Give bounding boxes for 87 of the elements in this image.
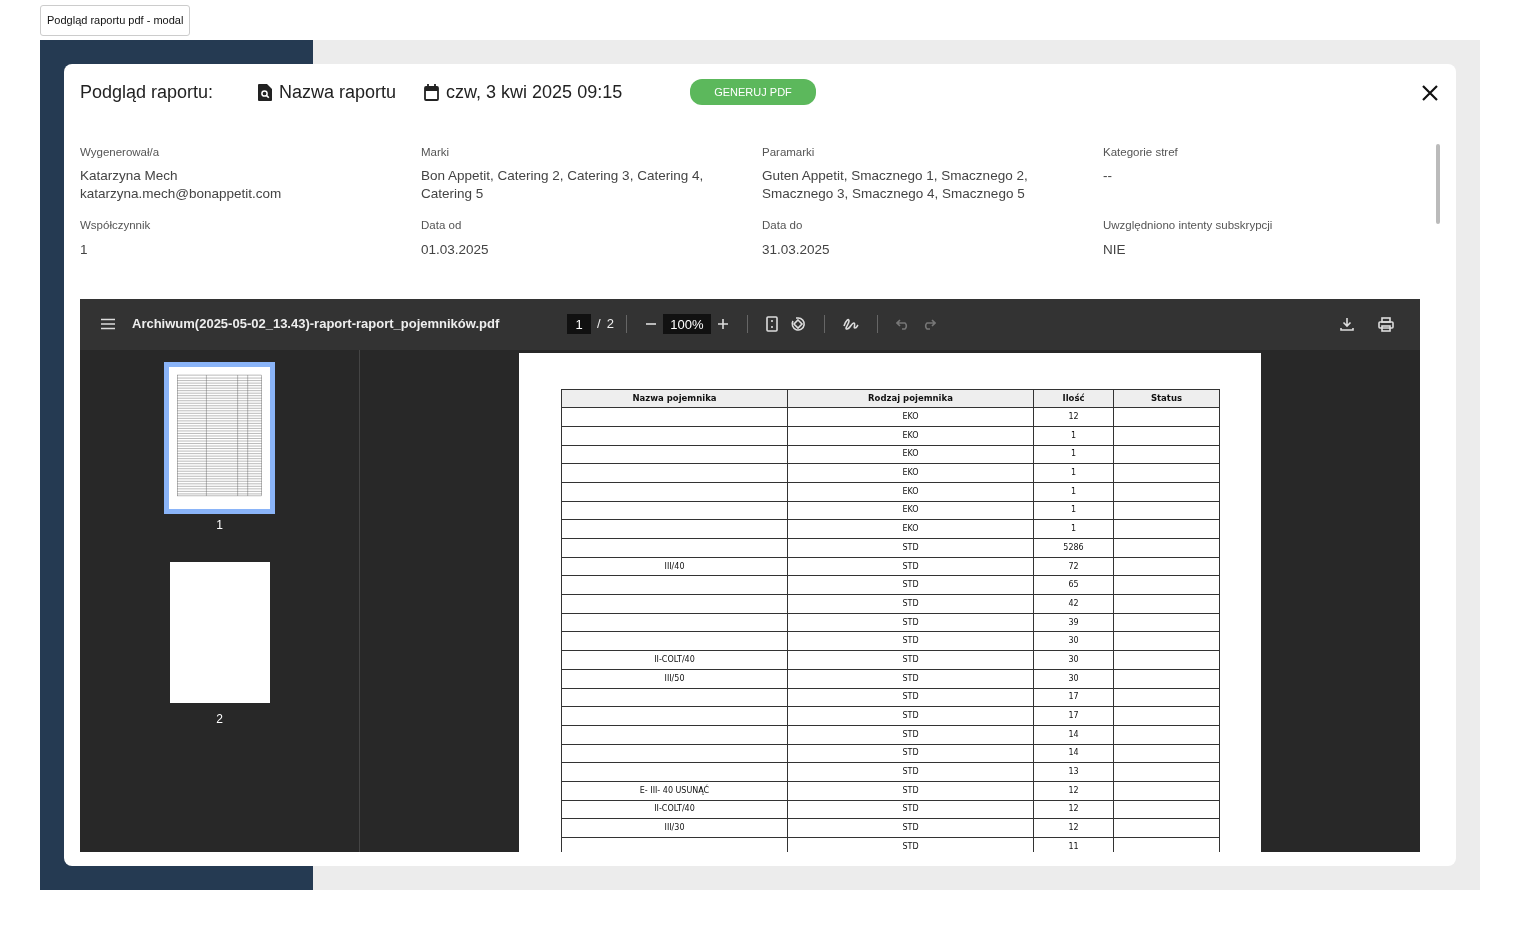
table-cell: 14 — [1033, 744, 1114, 763]
table-cell: III/50 — [561, 669, 788, 688]
field-label: Data do — [762, 218, 804, 234]
table-cell: 12 — [1033, 781, 1114, 801]
zoom-field[interactable]: 100% — [662, 314, 711, 334]
column-header: Ilość — [1033, 389, 1114, 408]
table-cell: EKO — [787, 445, 1034, 464]
table-cell: STD — [787, 669, 1034, 688]
table-cell: STD — [787, 706, 1034, 726]
field-label: Współczynnik — [80, 218, 152, 234]
page-number-field[interactable]: 1 — [567, 314, 591, 334]
page-number: 2 — [216, 710, 223, 728]
menu-icon[interactable] — [100, 318, 116, 330]
table-cell: 30 — [1033, 650, 1114, 670]
table-cell: EKO — [787, 482, 1034, 502]
table-cell: 1 — [1033, 463, 1114, 483]
table-cell: 1 — [1033, 445, 1114, 464]
table-cell: STD — [787, 688, 1034, 707]
table-cell: 39 — [1033, 613, 1114, 632]
field-value: Guten Appetit, Smacznego 1, Smacznego 2, Smacznego 3, Smacznego 4, Smacznego 5 — [762, 167, 1029, 204]
table-cell: STD — [787, 725, 1034, 745]
table-cell: II-COLT/40 — [561, 650, 788, 670]
field-label: Kategorie stref — [1103, 145, 1179, 160]
field-value: Bon Appetit, Catering 2, Catering 3, Catering 4, Catering 5 — [421, 167, 705, 204]
table-cell: 14 — [1033, 725, 1114, 745]
table-cell: 1 — [1033, 482, 1114, 502]
modal-demo-button[interactable]: Podgląd raportu pdf - modal — [40, 5, 191, 36]
column-header: Nazwa pojemnika — [561, 389, 788, 408]
table-cell: STD — [787, 557, 1034, 576]
report-date: czw, 3 kwi 2025 09:15 — [446, 80, 623, 104]
field-label: Uwzględniono intenty subskrypcji — [1103, 218, 1274, 234]
table-cell: 12 — [1033, 800, 1114, 819]
table-cell: EKO — [787, 501, 1034, 520]
table-cell: STD — [787, 744, 1034, 763]
table-cell: 12 — [1033, 407, 1114, 427]
field-value: 31.03.2025 — [762, 240, 831, 259]
table-cell: 42 — [1033, 594, 1114, 614]
column-header: Rodzaj pojemnika — [787, 389, 1034, 408]
field-label: Paramarki — [762, 145, 816, 160]
table-cell: STD — [787, 818, 1034, 838]
field-value: NIE — [1103, 240, 1127, 259]
table-cell: 1 — [1033, 501, 1114, 520]
table-cell: III/40 — [561, 557, 788, 576]
field-value: Katarzyna Mech katarzyna.mech@bonappetit.com — [80, 167, 283, 204]
table-cell: 30 — [1033, 669, 1114, 688]
table-cell: STD — [787, 631, 1034, 651]
table-cell: 30 — [1033, 631, 1114, 651]
table-cell: STD — [787, 594, 1034, 614]
page-total: 2 — [606, 315, 614, 334]
table-cell: III/30 — [561, 818, 788, 838]
table-cell: EKO — [787, 519, 1034, 539]
file-name: Archiwum(2025-05-02_13.43)-raport-raport_pojemników.pdf — [132, 315, 501, 334]
field-label: Wygenerował/a — [80, 145, 161, 160]
table-cell: EKO — [787, 407, 1034, 427]
table-cell: 1 — [1033, 519, 1114, 539]
document-search-icon — [258, 83, 272, 101]
table-cell: EKO — [787, 426, 1034, 446]
table-cell: STD — [787, 650, 1034, 670]
table-cell: STD — [787, 613, 1034, 632]
table-cell: 17 — [1033, 706, 1114, 726]
field-label: Data od — [421, 218, 463, 234]
table-cell: 12 — [1033, 818, 1114, 838]
column-header: Status — [1113, 389, 1220, 408]
table-cell: E- III- 40 USUNĄĆ — [561, 781, 788, 801]
scrollbar-thumb[interactable] — [1436, 144, 1440, 224]
field-label: Marki — [421, 145, 451, 160]
table-cell: II-COLT/40 — [561, 800, 788, 819]
table-cell: EKO — [787, 463, 1034, 483]
field-value: 01.03.2025 — [421, 240, 490, 259]
table-cell: 13 — [1033, 762, 1114, 782]
table-cell: STD — [787, 781, 1034, 801]
modal-title: Podgląd raportu: — [80, 80, 215, 104]
table-cell: 72 — [1033, 557, 1114, 576]
table-cell: STD — [787, 800, 1034, 819]
table-cell: 1 — [1033, 426, 1114, 446]
table-cell: STD — [787, 575, 1034, 595]
report-name: Nazwa raportu — [279, 80, 397, 104]
table-cell: 65 — [1033, 575, 1114, 595]
calendar-icon — [424, 83, 440, 101]
table-cell: 17 — [1033, 688, 1114, 707]
table-cell: STD — [787, 538, 1034, 558]
page-separator: / — [597, 315, 601, 334]
field-value: 1 — [80, 240, 89, 259]
table-cell: 5286 — [1033, 538, 1114, 558]
field-value: -- — [1103, 167, 1113, 186]
table-cell: STD — [787, 762, 1034, 782]
page-number: 1 — [216, 516, 223, 534]
